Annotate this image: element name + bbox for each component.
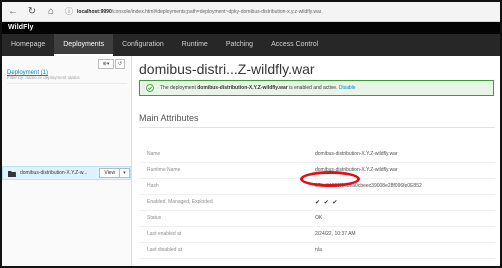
site-info-icon[interactable]: ⓘ <box>65 6 73 17</box>
attribute-value: 2/24/22, 10:37 AM <box>315 231 356 237</box>
column-actions: ⊕▾ ↺ <box>98 59 125 69</box>
attribute-label: Status <box>147 215 162 221</box>
nav-configuration[interactable]: Configuration <box>113 34 173 56</box>
deployment-detail-pane: domibus-distri...Z-wildfly.war The deplo… <box>133 56 500 266</box>
alert-message: The deployment domibus-distribution-X.Y.… <box>160 85 356 91</box>
attribute-value: domibus-distribution-X.Y.Z-wildfly.war <box>315 151 398 157</box>
nav-runtime[interactable]: Runtime <box>173 34 217 56</box>
success-alert: The deployment domibus-distribution-X.Y.… <box>139 80 494 96</box>
refresh-button[interactable]: ↺ <box>115 59 125 69</box>
attribute-label: Hash <box>147 183 159 189</box>
screenshot-frame: ← ↻ ⌂ ⓘ localhost:9990/console/index.htm… <box>0 0 502 268</box>
brand-logo: WildFly <box>8 24 34 31</box>
attribute-row-last-disabled: Last disabled at n/a <box>139 243 495 259</box>
attribute-label: Last disabled at <box>147 247 183 253</box>
alert-suffix: is enabled and active. <box>289 85 338 91</box>
alert-deployment-name: domibus-distribution-X.Y.Z-wildfly.war <box>197 85 288 91</box>
attribute-label: Name <box>147 151 161 157</box>
section-divider <box>139 127 495 128</box>
filter-input[interactable]: Filter by: name or deployment status <box>7 75 127 84</box>
attribute-row-last-enabled: Last enabled at 2/24/22, 10:37 AM <box>139 227 495 243</box>
checkmark-icons: ✔ ✔ ✔ <box>315 200 339 206</box>
section-title: Main Attributes <box>139 113 199 123</box>
folder-icon <box>8 170 16 177</box>
attribute-value: n/a <box>315 247 322 253</box>
deployment-column: Deployment (1) ⊕▾ ↺ Filter by: name or d… <box>2 56 132 266</box>
nav-homepage[interactable]: Homepage <box>2 34 54 56</box>
chevron-down-icon[interactable]: ▾ <box>120 168 130 178</box>
alert-prefix: The deployment <box>160 85 196 91</box>
nav-patching[interactable]: Patching <box>217 34 262 56</box>
main-navigation: Homepage Deployments Configuration Runti… <box>2 34 500 56</box>
attribute-label: Last enabled at <box>147 231 182 237</box>
attribute-label: Runtime Name <box>147 167 181 173</box>
home-icon[interactable]: ⌂ <box>43 6 59 17</box>
annotation-ellipse <box>300 171 360 187</box>
nav-access-control[interactable]: Access Control <box>262 34 327 56</box>
brand-bar: WildFly <box>2 22 500 34</box>
browser-toolbar: ← ↻ ⌂ ⓘ localhost:9990/console/index.htm… <box>2 2 500 22</box>
disable-link[interactable]: Disable <box>339 85 356 91</box>
nav-deployments[interactable]: Deployments <box>54 34 114 56</box>
reload-icon[interactable]: ↻ <box>24 6 40 17</box>
attribute-value: OK <box>315 215 323 221</box>
attribute-label: Enabled, Managed, Exploded <box>147 199 213 205</box>
check-circle-icon <box>146 84 154 92</box>
address-bar[interactable]: localhost:9990/console/index.html#deploy… <box>77 9 321 15</box>
column-header: Deployment (1) ⊕▾ ↺ <box>7 59 127 76</box>
back-arrow-icon[interactable]: ← <box>5 6 21 17</box>
deployment-list-item[interactable]: domibus-distribution-X.Y.Z-w... View ▾ <box>2 166 131 180</box>
attribute-row-status: Status OK <box>139 211 495 227</box>
view-button[interactable]: View <box>99 168 121 178</box>
attribute-row-name: Name domibus-distribution-X.Y.Z-wildfly.… <box>139 147 495 163</box>
attribute-row-flags: Enabled, Managed, Exploded ✔ ✔ ✔ <box>139 195 495 211</box>
page-title: domibus-distri...Z-wildfly.war <box>139 61 315 77</box>
deployment-item-label: domibus-distribution-X.Y.Z-w... <box>19 170 88 176</box>
add-deployment-button[interactable]: ⊕▾ <box>98 59 114 69</box>
